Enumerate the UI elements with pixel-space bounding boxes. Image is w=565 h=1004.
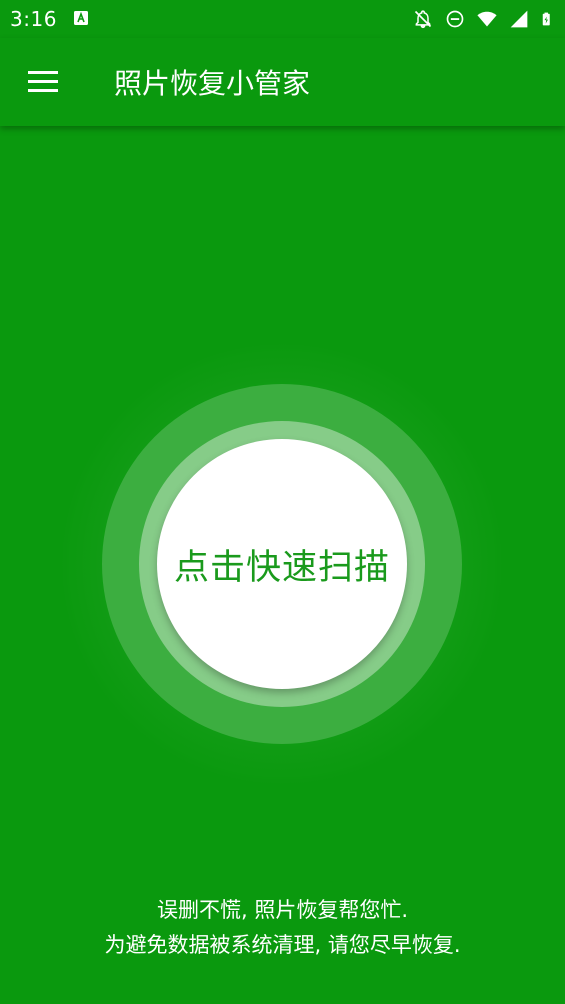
app-bar: 照片恢复小管家 <box>0 38 565 126</box>
menu-button[interactable] <box>18 58 68 106</box>
scan-area: 点击快速扫描 <box>0 0 565 1004</box>
tip-line-2: 为避免数据被系统清理, 请您尽早恢复. <box>104 933 461 957</box>
app-title: 照片恢复小管家 <box>114 67 311 100</box>
tip-line-1: 误删不慌, 照片恢复帮您忙. <box>156 898 409 922</box>
quick-scan-label: 点击快速扫描 <box>173 547 390 588</box>
screen: 3:16 照片恢复小管家 点击快速扫描 误删不慌, 照片恢复帮您忙. 为避免数据… <box>0 0 565 1004</box>
quick-scan-button[interactable]: 点击快速扫描 <box>157 439 407 689</box>
